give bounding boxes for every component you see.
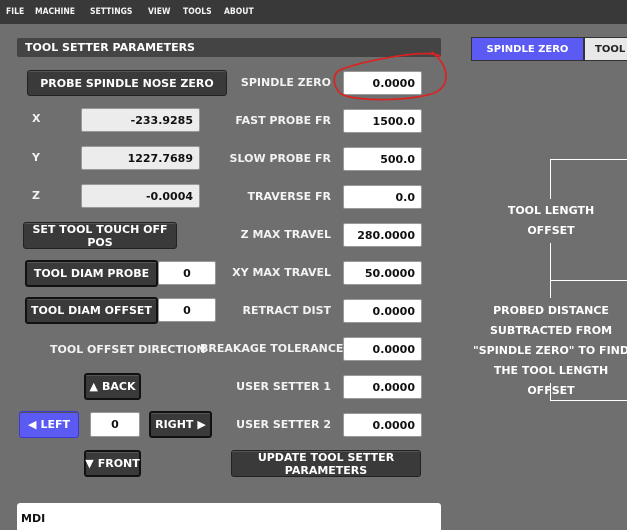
z-max-travel-label: Z MAX TRAVEL: [240, 228, 331, 241]
mdi-label: MDI: [21, 512, 46, 525]
menu-machine[interactable]: MACHINE: [35, 7, 75, 17]
probed-distance-line-1: PROBED DISTANCE: [493, 304, 609, 317]
annotation-circle: [333, 51, 447, 101]
back-button-label: BACK: [101, 380, 136, 393]
user-setter-2-label: USER SETTER 2: [236, 418, 331, 431]
tool-length-line-2: OFFSET: [527, 224, 575, 237]
diagram-mid-tick: [550, 243, 551, 280]
breakage-tolerance-label: BREAKAGE TOLERANCE: [200, 342, 344, 355]
tool-length-line-1: TOOL LENGTH: [507, 204, 595, 217]
mdi-input[interactable]: MDI: [17, 503, 441, 530]
slow-probe-fr-input[interactable]: 500.0: [343, 147, 422, 171]
front-button-label: FRONT: [97, 457, 140, 470]
set-tool-touch-off-pos-button[interactable]: SET TOOL TOUCH OFF POS: [23, 222, 177, 249]
direction-value-input[interactable]: 0: [90, 412, 140, 437]
right-button-label: RIGHT: [155, 418, 194, 431]
traverse-fr-label: TRAVERSE FR: [247, 190, 332, 203]
menu-view[interactable]: VIEW: [148, 7, 170, 17]
axis-x-label: X: [32, 112, 41, 125]
triangle-down-icon: ▼: [85, 457, 94, 470]
tab-spindle-zero[interactable]: SPINDLE ZERO: [471, 37, 584, 61]
diagram-top-line: [550, 159, 627, 160]
probed-distance-line-3: "SPINDLE ZERO" TO FIND: [473, 344, 627, 357]
fast-probe-fr-label: FAST PROBE FR: [235, 114, 331, 127]
left-button[interactable]: ◀ LEFT: [19, 411, 79, 438]
user-setter-1-input[interactable]: 0.0000: [343, 375, 422, 399]
fast-probe-fr-input[interactable]: 1500.0: [343, 109, 422, 133]
diagram-mid-tick-2: [550, 280, 551, 298]
update-tool-setter-parameters-button[interactable]: UPDATE TOOL SETTER PARAMETERS: [231, 450, 421, 477]
triangle-left-icon: ◀: [27, 418, 37, 431]
menu-settings[interactable]: SETTINGS: [90, 7, 132, 17]
z-max-travel-input[interactable]: 280.0000: [343, 223, 422, 247]
axis-z-label: Z: [32, 189, 40, 202]
user-setter-2-input[interactable]: 0.0000: [343, 413, 422, 437]
probed-distance-line-2: SUBTRACTED FROM: [489, 324, 613, 337]
probed-distance-line-4: THE TOOL LENGTH OFFSET: [493, 364, 609, 397]
menu-file[interactable]: FILE: [6, 7, 24, 17]
tool-offset-direction-label: TOOL OFFSET DIRECTION: [50, 343, 206, 356]
slow-probe-fr-label: SLOW PROBE FR: [229, 152, 331, 165]
diagram-bottom-line: [550, 400, 627, 401]
tab-tool-touch[interactable]: TOOL T: [584, 37, 627, 61]
diagram-top-tick: [550, 159, 551, 199]
spindle-zero-label: SPINDLE ZERO: [240, 76, 331, 89]
diagram-mid-line: [550, 280, 627, 281]
xy-max-travel-input[interactable]: 50.0000: [343, 261, 422, 285]
menu-about[interactable]: ABOUT: [224, 7, 254, 17]
breakage-tolerance-input[interactable]: 0.0000: [343, 337, 422, 361]
axis-x-value: -233.9285: [81, 108, 200, 132]
tool-diam-probe-button[interactable]: TOOL DIAM PROBE: [25, 260, 158, 287]
left-button-label: LEFT: [40, 418, 70, 431]
tool-diam-offset-button[interactable]: TOOL DIAM OFFSET: [25, 297, 158, 324]
probe-spindle-nose-zero-button[interactable]: PROBE SPINDLE NOSE ZERO: [27, 70, 227, 96]
xy-max-travel-label: XY MAX TRAVEL: [232, 266, 331, 279]
user-setter-1-label: USER SETTER 1: [236, 380, 331, 393]
menu-bar: FILE MACHINE SETTINGS VIEW TOOLS ABOUT: [0, 0, 627, 24]
retract-dist-label: RETRACT DIST: [242, 304, 331, 317]
front-button[interactable]: ▼ FRONT: [84, 450, 141, 477]
menu-tools[interactable]: TOOLS: [183, 7, 212, 17]
axis-y-label: Y: [32, 151, 40, 164]
axis-z-value: -0.0004: [81, 184, 200, 208]
back-button[interactable]: ▲ BACK: [84, 373, 141, 400]
retract-dist-input[interactable]: 0.0000: [343, 299, 422, 323]
diagram-bottom-tick: [550, 383, 551, 401]
axis-y-value: 1227.7689: [81, 146, 200, 170]
traverse-fr-input[interactable]: 0.0: [343, 185, 422, 209]
triangle-up-icon: ▲: [89, 380, 98, 393]
